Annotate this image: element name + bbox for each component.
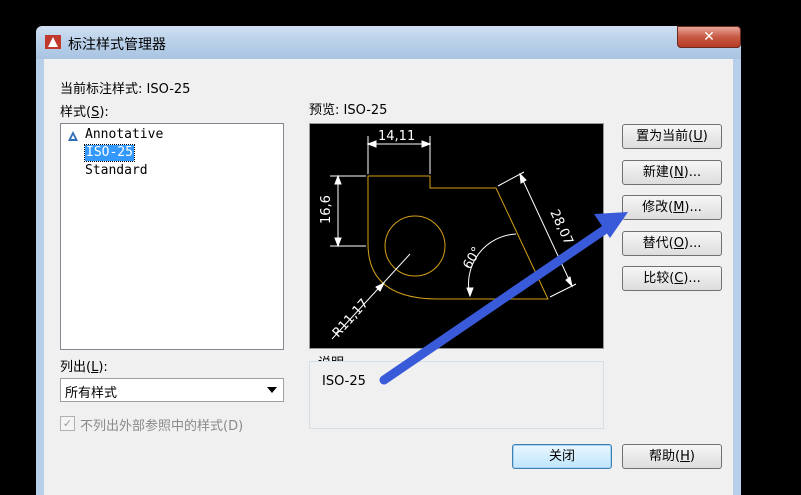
annotation-arrow — [379, 212, 628, 385]
